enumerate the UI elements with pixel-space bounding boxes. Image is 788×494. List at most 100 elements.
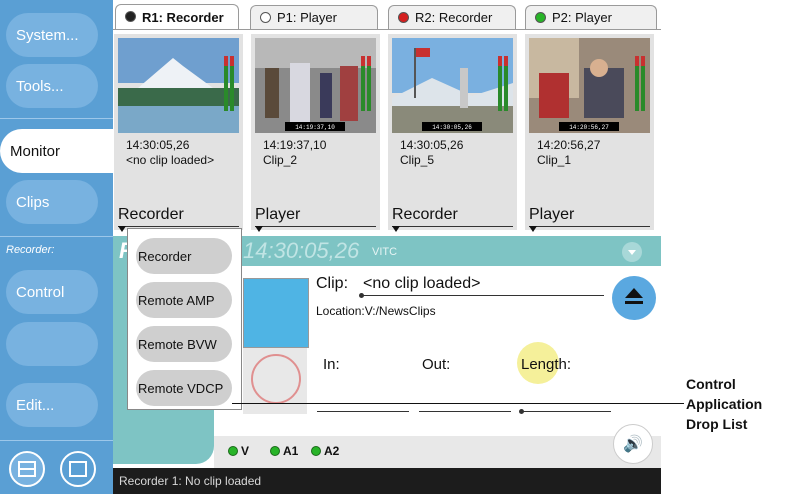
sidebar-item-label: Monitor bbox=[10, 142, 61, 160]
speaker-icon: 🔊 bbox=[623, 436, 643, 453]
video-preview bbox=[243, 278, 309, 348]
callout-annotation: Control Application Drop List bbox=[686, 374, 762, 434]
sidebar-item-edit[interactable]: Edit... bbox=[6, 383, 98, 427]
sidebar-item-label: Tools... bbox=[16, 77, 64, 95]
droplist-item-recorder[interactable]: Recorder bbox=[136, 238, 232, 274]
video-led-icon bbox=[228, 446, 238, 456]
status-led-icon bbox=[398, 12, 409, 23]
callout-line-3: Drop List bbox=[686, 416, 748, 432]
sidebar: System... Tools... Monitor Clips Recorde… bbox=[0, 0, 113, 494]
channel-timecode: 14:30:05,26 bbox=[400, 138, 464, 152]
channel-timecode: 14:20:56,27 bbox=[537, 138, 601, 152]
callout-line-1: Control bbox=[686, 376, 736, 392]
sidebar-item-system[interactable]: System... bbox=[6, 13, 98, 57]
length-field[interactable] bbox=[521, 411, 611, 412]
channel-timecode: 14:30:05,26 bbox=[126, 138, 190, 152]
channel-thumbnail: 14:30:05,26 bbox=[392, 38, 513, 133]
channel-thumbnail: 14:19:37,10 bbox=[255, 38, 376, 133]
mode-underline bbox=[118, 226, 239, 227]
tab-p2-player[interactable]: P2: Player bbox=[525, 5, 657, 29]
channel-clip-name: Clip_5 bbox=[400, 153, 435, 167]
timecode-source-label: VITC bbox=[372, 246, 398, 258]
channel-clip-name: <no clip loaded> bbox=[126, 153, 215, 167]
in-label: In: bbox=[323, 356, 340, 373]
tab-r2-recorder[interactable]: R2: Recorder bbox=[388, 5, 516, 29]
in-field[interactable] bbox=[317, 411, 409, 412]
chevron-down-icon[interactable] bbox=[622, 242, 642, 262]
video-indicator-label: V bbox=[241, 444, 250, 458]
mode-underline bbox=[529, 226, 650, 227]
status-bar: Recorder 1: No clip loaded bbox=[113, 468, 661, 494]
sidebar-divider bbox=[0, 440, 113, 441]
clip-name-field[interactable]: <no clip loaded> bbox=[363, 275, 480, 293]
channel-thumbnail bbox=[118, 38, 239, 133]
status-led-icon bbox=[535, 12, 546, 23]
tab-label: P1: Player bbox=[277, 10, 337, 25]
channel-timecode: 14:19:37,10 bbox=[263, 138, 327, 152]
audio1-led-icon bbox=[270, 446, 280, 456]
channel-clip-name: Clip_2 bbox=[263, 153, 298, 167]
channel-clip-name: Clip_1 bbox=[537, 153, 572, 167]
eject-button[interactable] bbox=[612, 276, 656, 320]
clip-label: Clip: bbox=[316, 275, 349, 292]
sidebar-item-tools[interactable]: Tools... bbox=[6, 64, 98, 108]
channel-mode-dropdown[interactable]: Player bbox=[529, 206, 574, 224]
sidebar-item-label: Clips bbox=[16, 193, 50, 211]
timecode-display: 14:30:05,26 bbox=[243, 238, 360, 263]
droplist-item-label: Recorder bbox=[138, 248, 192, 264]
tab-divider bbox=[113, 29, 661, 30]
droplist-item-label: Remote AMP bbox=[138, 292, 215, 308]
audio1-indicator-label: A1 bbox=[283, 444, 299, 458]
status-led-icon bbox=[125, 11, 136, 22]
sidebar-item-label: Edit... bbox=[16, 396, 55, 414]
clock-icon bbox=[251, 354, 301, 404]
dropdown-arrow-icon bbox=[118, 226, 126, 232]
tab-label: P2: Player bbox=[552, 10, 612, 25]
split-view-icon[interactable] bbox=[9, 451, 45, 487]
sidebar-item-clips[interactable]: Clips bbox=[6, 180, 98, 224]
single-view-icon[interactable] bbox=[60, 451, 96, 487]
tab-label: R2: Recorder bbox=[415, 10, 493, 25]
length-marker-icon bbox=[519, 409, 524, 414]
channel-card-p1[interactable]: 14:19:37,10 14:19:37,10 Clip_2 Player bbox=[251, 34, 380, 232]
eject-icon bbox=[625, 288, 643, 298]
clock-widget bbox=[243, 348, 307, 414]
droplist-item-label: Remote BVW bbox=[138, 336, 217, 352]
dropdown-arrow-icon bbox=[255, 226, 263, 232]
sidebar-divider bbox=[0, 236, 113, 237]
droplist-item-label: Remote VDCP bbox=[138, 380, 224, 396]
volume-button[interactable]: 🔊 bbox=[613, 424, 653, 464]
out-field[interactable] bbox=[419, 411, 511, 412]
out-label: Out: bbox=[422, 356, 451, 373]
signal-indicator-bar bbox=[214, 436, 661, 468]
sidebar-item-control[interactable]: Control bbox=[6, 270, 98, 314]
tab-label: R1: Recorder bbox=[142, 10, 224, 25]
tab-p1-player[interactable]: P1: Player bbox=[250, 5, 378, 29]
clip-location: Location:V:/NewsClips bbox=[316, 304, 436, 318]
channel-card-r2[interactable]: 14:30:05,26 14:30:05,26 Clip_5 Recorder bbox=[388, 34, 517, 232]
droplist-item-remote-vdcp[interactable]: Remote VDCP bbox=[136, 370, 232, 406]
sidebar-divider bbox=[0, 118, 113, 119]
mode-underline bbox=[255, 226, 376, 227]
thumb-timecode: 14:30:05,26 bbox=[432, 124, 472, 131]
droplist-item-remote-bvw[interactable]: Remote BVW bbox=[136, 326, 232, 362]
droplist-item-remote-amp[interactable]: Remote AMP bbox=[136, 282, 232, 318]
channel-mode-dropdown[interactable]: Player bbox=[255, 206, 300, 224]
control-application-drop-list: Recorder Remote AMP Remote BVW Remote VD… bbox=[127, 228, 242, 410]
status-led-icon bbox=[260, 12, 271, 23]
callout-line-2: Application bbox=[686, 396, 763, 412]
dropdown-arrow-icon bbox=[529, 226, 537, 232]
channel-mode-dropdown[interactable]: Recorder bbox=[118, 206, 184, 224]
clip-marker-icon bbox=[359, 293, 364, 298]
channel-card-r1[interactable]: 14:30:05,26 <no clip loaded> Recorder bbox=[114, 34, 243, 232]
thumb-timecode: 14:20:56,27 bbox=[569, 124, 609, 131]
sidebar-item-label: Control bbox=[16, 283, 65, 301]
sidebar-item-monitor[interactable]: Monitor bbox=[0, 129, 113, 173]
sidebar-item-empty[interactable] bbox=[6, 322, 98, 366]
channel-mode-dropdown[interactable]: Recorder bbox=[392, 206, 458, 224]
length-label: Length: bbox=[521, 356, 572, 373]
callout-leader-line bbox=[232, 403, 684, 404]
tab-r1-recorder[interactable]: R1: Recorder bbox=[115, 4, 239, 30]
channel-card-p2[interactable]: 14:20:56,27 14:20:56,27 Clip_1 Player bbox=[525, 34, 654, 232]
status-text: Recorder 1: No clip loaded bbox=[119, 474, 262, 488]
